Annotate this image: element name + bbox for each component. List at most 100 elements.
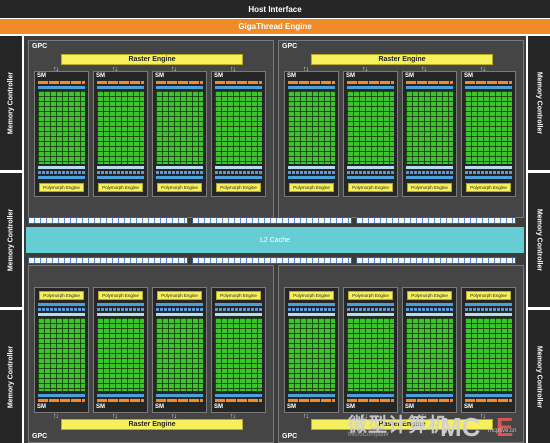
interconnect-bar bbox=[97, 303, 144, 306]
cuda-core-grid bbox=[406, 318, 453, 391]
scheduler-bar bbox=[465, 86, 512, 89]
scheduler-bar bbox=[97, 86, 144, 89]
register-file-bar bbox=[465, 399, 512, 402]
scheduler-bar bbox=[38, 86, 85, 89]
scheduler-bar bbox=[288, 394, 335, 397]
load-store-bar bbox=[465, 166, 512, 169]
polymorph-engine: Polymorph Engine bbox=[407, 183, 452, 192]
register-file-bar bbox=[97, 81, 144, 84]
register-file-bar bbox=[156, 399, 203, 402]
polymorph-engine: Polymorph Engine bbox=[216, 183, 261, 192]
xbar-bottom-right bbox=[356, 257, 516, 264]
interconnect-bar bbox=[465, 303, 512, 306]
data-flow-arrows-icon: ↑↓ bbox=[480, 66, 486, 73]
xbar-bottom-middle bbox=[192, 257, 352, 264]
sfu-bar bbox=[156, 308, 203, 311]
load-store-bar bbox=[97, 313, 144, 316]
memory-controller-left-1: Memory Controller bbox=[0, 36, 22, 170]
sm-label: SM bbox=[96, 404, 105, 410]
memory-controller-right-2: Memory Controller bbox=[528, 173, 550, 307]
scheduler-bar bbox=[288, 86, 335, 89]
cuda-core-grid bbox=[215, 91, 262, 164]
load-store-bar bbox=[406, 313, 453, 316]
polymorph-engine: Polymorph Engine bbox=[466, 183, 511, 192]
sm-label: SM bbox=[37, 404, 46, 410]
streaming-multiprocessor: SM Polymorph Engine bbox=[284, 71, 339, 197]
scheduler-bar bbox=[215, 394, 262, 397]
cuda-core-grid bbox=[97, 91, 144, 164]
load-store-bar bbox=[406, 166, 453, 169]
scheduler-bar bbox=[156, 86, 203, 89]
raster-engine: Raster Engine bbox=[311, 54, 493, 65]
register-file-bar bbox=[288, 399, 335, 402]
sfu-bar bbox=[215, 308, 262, 311]
register-file-bar bbox=[347, 399, 394, 402]
gpu-block-diagram: Host Interface GigaThread Engine Memory … bbox=[0, 0, 550, 443]
memory-controller-label: Memory Controller bbox=[535, 208, 543, 272]
cuda-core-grid bbox=[406, 91, 453, 164]
watermark-logo-mc: MC bbox=[440, 412, 481, 442]
cuda-core-grid bbox=[465, 318, 512, 391]
streaming-multiprocessor: Polymorph Engine SM bbox=[402, 287, 457, 413]
cuda-core-grid bbox=[347, 91, 394, 164]
cuda-core-grid bbox=[156, 91, 203, 164]
polymorph-engine: Polymorph Engine bbox=[289, 183, 334, 192]
memory-controller-left-2: Memory Controller bbox=[0, 173, 22, 307]
sm-label: SM bbox=[464, 73, 473, 79]
sm-label: SM bbox=[214, 73, 223, 79]
xbar-top-right bbox=[356, 217, 516, 224]
sm-label: SM bbox=[287, 404, 296, 410]
polymorph-engine: Polymorph Engine bbox=[348, 291, 393, 300]
gpc-label: GPC bbox=[282, 43, 298, 50]
sfu-bar bbox=[97, 171, 144, 174]
load-store-bar bbox=[347, 166, 394, 169]
scheduler-bar bbox=[347, 394, 394, 397]
sfu-bar bbox=[406, 308, 453, 311]
sfu-bar bbox=[156, 171, 203, 174]
sfu-bar bbox=[465, 308, 512, 311]
sfu-bar bbox=[38, 171, 85, 174]
sfu-bar bbox=[288, 308, 335, 311]
interconnect-bar bbox=[288, 176, 335, 179]
streaming-multiprocessor: Polymorph Engine SM bbox=[211, 287, 266, 413]
watermark: 微型计算机 MicroComputer MC E mcplive.cn bbox=[348, 410, 548, 442]
gpu-core-area: L2 Cache GPC Raster Engine SM Polymorph Eng… bbox=[24, 36, 526, 443]
xbar-top-middle bbox=[192, 217, 352, 224]
interconnect-bar bbox=[156, 176, 203, 179]
polymorph-engine: Polymorph Engine bbox=[466, 291, 511, 300]
interconnect-bar bbox=[38, 176, 85, 179]
memory-controller-right-1: Memory Controller bbox=[528, 36, 550, 170]
sfu-bar bbox=[406, 171, 453, 174]
scheduler-bar bbox=[215, 86, 262, 89]
register-file-bar bbox=[97, 399, 144, 402]
sfu-bar bbox=[288, 171, 335, 174]
cuda-core-grid bbox=[288, 91, 335, 164]
scheduler-bar bbox=[406, 394, 453, 397]
polymorph-engine: Polymorph Engine bbox=[157, 291, 202, 300]
polymorph-engine: Polymorph Engine bbox=[348, 183, 393, 192]
polymorph-engine: Polymorph Engine bbox=[98, 291, 143, 300]
polymorph-engine: Polymorph Engine bbox=[216, 291, 261, 300]
sm-label: SM bbox=[37, 73, 46, 79]
data-flow-arrows-icon: ↑↓ bbox=[421, 66, 427, 73]
memory-controller-label: Memory Controller bbox=[535, 345, 543, 408]
sm-label: SM bbox=[96, 73, 105, 79]
l2-cache: L2 Cache bbox=[26, 227, 524, 253]
sfu-bar bbox=[38, 308, 85, 311]
sm-label: SM bbox=[287, 73, 296, 79]
watermark-url: mcplive.cn bbox=[488, 428, 517, 434]
streaming-multiprocessor: SM Polymorph Engine bbox=[34, 71, 89, 197]
load-store-bar bbox=[288, 166, 335, 169]
cuda-core-grid bbox=[347, 318, 394, 391]
interconnect-bar bbox=[347, 303, 394, 306]
xbar-top-left bbox=[28, 217, 188, 224]
scheduler-bar bbox=[406, 86, 453, 89]
load-store-bar bbox=[156, 313, 203, 316]
load-store-bar bbox=[215, 313, 262, 316]
register-file-bar bbox=[288, 81, 335, 84]
load-store-bar bbox=[288, 313, 335, 316]
xbar-bottom-left bbox=[28, 257, 188, 264]
register-file-bar bbox=[406, 399, 453, 402]
data-flow-arrows-icon: ↑↓ bbox=[171, 66, 177, 73]
gpc-label: GPC bbox=[32, 43, 48, 50]
